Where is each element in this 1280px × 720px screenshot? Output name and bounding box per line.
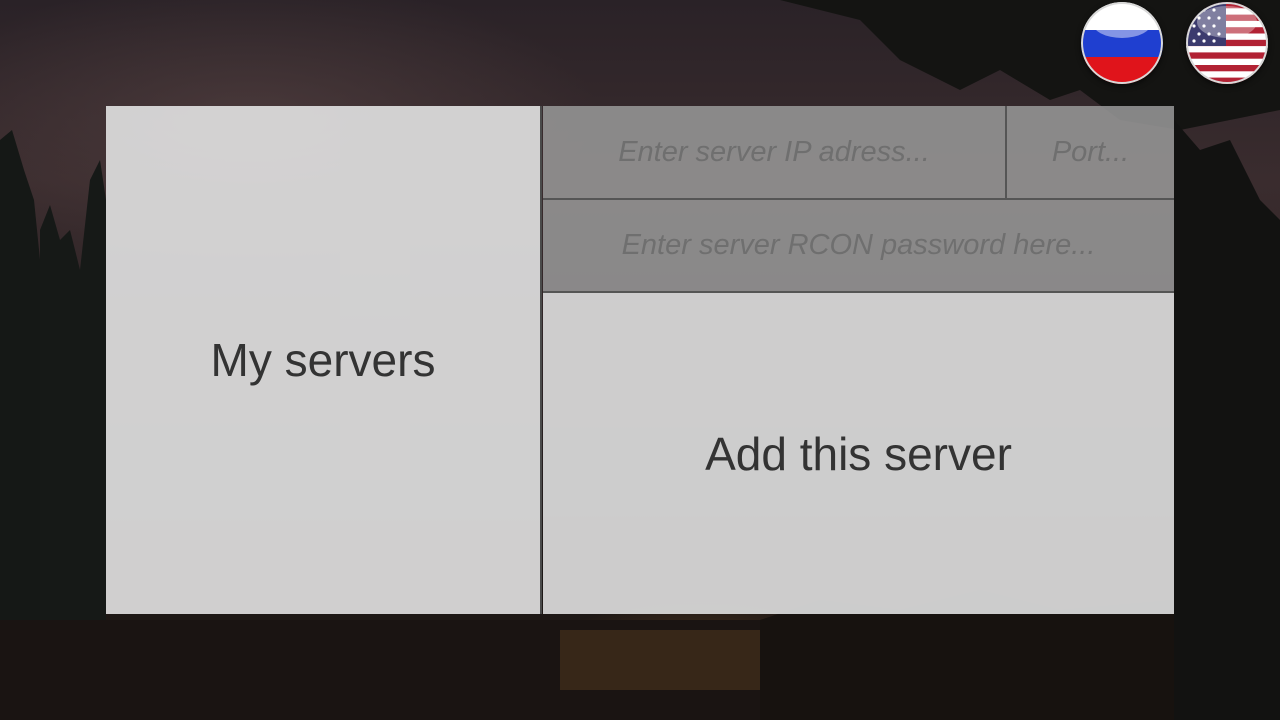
server-ip-input[interactable] — [543, 106, 1005, 198]
my-servers-button[interactable]: My servers — [106, 106, 542, 614]
language-english-button[interactable] — [1186, 2, 1268, 84]
russia-flag-icon — [1081, 2, 1163, 84]
server-panel: My servers Add this server — [106, 106, 1174, 614]
language-russian-button[interactable] — [1081, 2, 1163, 84]
app-screen: My servers Add this server — [0, 0, 1280, 720]
my-servers-label: My servers — [210, 334, 436, 386]
server-port-input[interactable] — [1007, 106, 1174, 198]
rcon-password-input[interactable] — [543, 200, 1174, 291]
add-server-label: Add this server — [705, 427, 1012, 480]
add-server-button[interactable]: Add this server — [543, 293, 1174, 614]
usa-flag-icon — [1186, 2, 1268, 84]
